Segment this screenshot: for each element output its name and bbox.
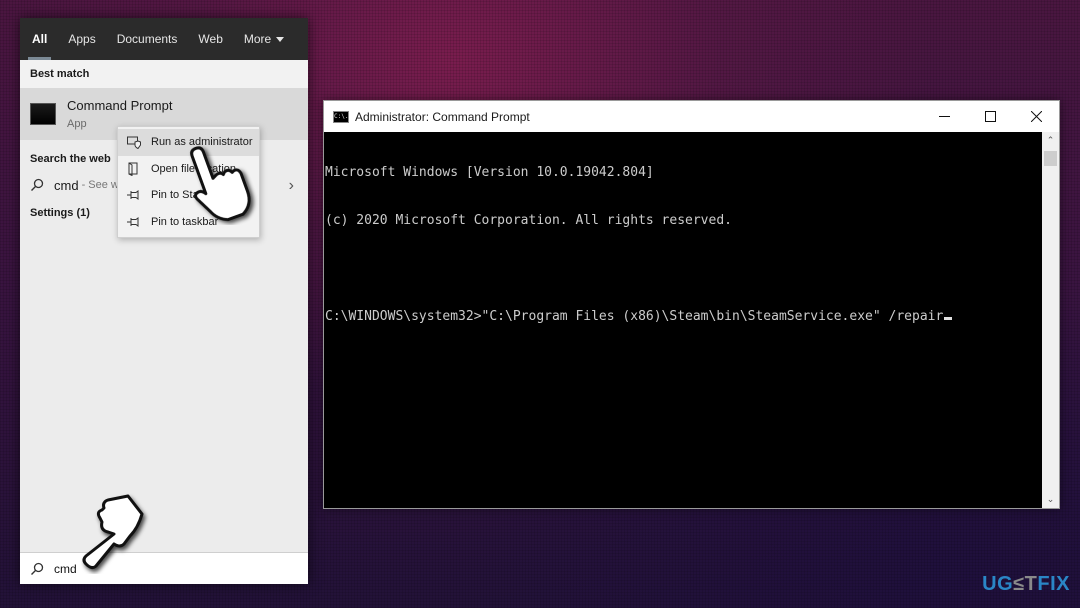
menu-item-open-file-location[interactable]: Open file location <box>118 156 259 183</box>
tab-more-label: More <box>243 32 272 46</box>
command-prompt-window: C:\. Administrator: Command Prompt Micro… <box>323 100 1060 509</box>
tab-web[interactable]: Web <box>198 18 222 60</box>
taskbar-search-box[interactable] <box>20 552 308 584</box>
tab-apps[interactable]: Apps <box>68 18 95 60</box>
pin-icon <box>127 215 141 229</box>
start-search-panel: All Apps Documents Web More Best match C… <box>20 18 308 584</box>
run-as-admin-shield-icon <box>127 135 141 149</box>
watermark-part: ≤T <box>1013 573 1038 595</box>
tab-documents[interactable]: Documents <box>117 18 178 60</box>
menu-item-label: Open file location <box>151 162 236 175</box>
console-line: Microsoft Windows [Version 10.0.19042.80… <box>325 165 654 180</box>
best-match-heading: Best match <box>20 60 308 88</box>
menu-item-label: Pin to taskbar <box>151 215 219 228</box>
console-line: (c) 2020 Microsoft Corporation. All righ… <box>325 213 732 228</box>
console-output[interactable]: Microsoft Windows [Version 10.0.19042.80… <box>324 132 1042 508</box>
ugetfix-watermark-logo: UG≤TFIX <box>982 573 1070 596</box>
window-title: Administrator: Command Prompt <box>355 109 530 124</box>
tab-more[interactable]: More <box>243 18 285 60</box>
minimize-button[interactable] <box>921 101 967 132</box>
text-cursor <box>944 317 953 320</box>
search-filter-tabs: All Apps Documents Web More <box>20 18 308 60</box>
cmd-app-icon <box>30 103 56 125</box>
watermark-part: UG <box>982 573 1014 595</box>
cmd-app-icon: C:\. <box>333 110 349 123</box>
scroll-up-icon[interactable]: ⌃ <box>1042 132 1059 149</box>
maximize-icon <box>984 111 996 122</box>
search-icon <box>31 562 44 575</box>
menu-item-pin-to-start[interactable]: Pin to Start <box>118 182 259 209</box>
minimize-icon <box>938 116 950 117</box>
search-icon <box>31 178 44 191</box>
menu-item-pin-to-taskbar[interactable]: Pin to taskbar <box>118 209 259 236</box>
scrollbar-thumb[interactable] <box>1044 151 1057 166</box>
context-menu: Run as administrator Open file location … <box>117 126 260 238</box>
menu-item-label: Run as administrator <box>151 136 253 149</box>
close-icon <box>1030 111 1042 122</box>
scroll-down-icon[interactable]: ⌄ <box>1042 491 1059 508</box>
menu-item-run-as-administrator[interactable]: Run as administrator <box>118 129 259 156</box>
open-file-location-icon <box>127 162 141 176</box>
tab-all[interactable]: All <box>27 18 52 60</box>
maximize-button[interactable] <box>967 101 1013 132</box>
window-titlebar[interactable]: C:\. Administrator: Command Prompt <box>324 101 1059 132</box>
vertical-scrollbar[interactable]: ⌃ ⌄ <box>1042 132 1059 508</box>
caret-down-icon <box>276 37 285 43</box>
console-command-line: C:\WINDOWS\system32>"C:\Program Files (x… <box>325 309 944 324</box>
close-button[interactable] <box>1013 101 1059 132</box>
web-search-query: cmd <box>54 177 79 193</box>
web-search-subtext: - See w <box>81 179 119 191</box>
pin-icon <box>127 188 141 202</box>
chevron-right-icon[interactable]: › <box>289 177 294 195</box>
search-input[interactable] <box>54 561 274 576</box>
best-match-name: Command Prompt <box>67 98 173 113</box>
watermark-part: FIX <box>1037 573 1070 595</box>
menu-item-label: Pin to Start <box>151 189 206 202</box>
